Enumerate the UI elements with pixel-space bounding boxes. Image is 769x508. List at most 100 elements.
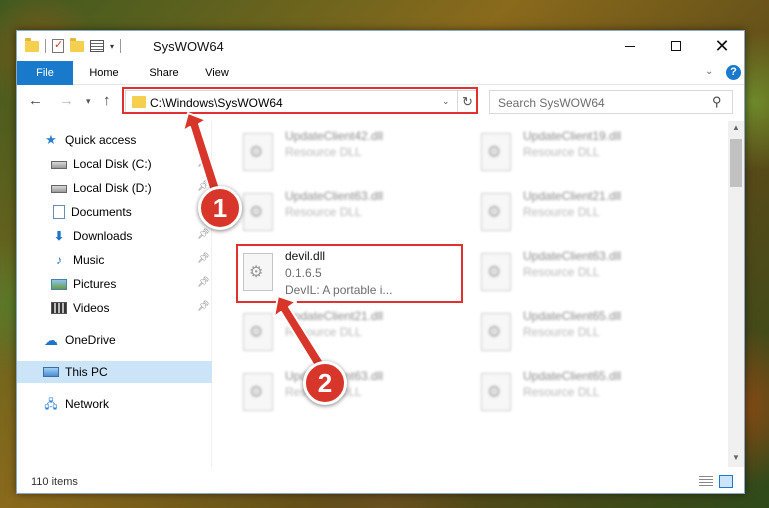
up-button[interactable]: ↑ bbox=[103, 92, 111, 109]
dll-file-icon bbox=[481, 133, 511, 171]
sidebar-item-videos[interactable]: Videos 📌︎ bbox=[17, 297, 212, 319]
file-description: DevIL: A portable i... bbox=[285, 283, 393, 297]
sidebar-item-pictures[interactable]: Pictures 📌︎ bbox=[17, 273, 212, 295]
file-description: Resource DLL bbox=[285, 205, 362, 219]
maximize-icon bbox=[671, 41, 681, 51]
chevron-down-icon[interactable]: ⌄ bbox=[442, 96, 450, 107]
file-description: Resource DLL bbox=[285, 145, 362, 159]
file-name: devil.dll bbox=[285, 249, 326, 263]
file-item[interactable]: UpdateClient21.dll Resource DLL bbox=[237, 305, 447, 357]
recent-locations-button[interactable]: ▾ bbox=[86, 96, 91, 107]
status-bar: 110 items bbox=[17, 471, 744, 493]
file-item[interactable]: UpdateClient65.dll Resource DLL bbox=[475, 305, 685, 357]
music-icon: ♪ bbox=[56, 253, 62, 267]
file-item[interactable]: UpdateClient65.dll Resource DLL bbox=[475, 365, 685, 417]
file-item[interactable]: UpdateClient63.dll Resource DLL bbox=[237, 185, 447, 237]
chevron-down-icon[interactable]: ▾ bbox=[110, 42, 114, 51]
file-name: UpdateClient42.dll bbox=[285, 129, 384, 143]
divider bbox=[120, 39, 122, 53]
ribbon-tabs: File Home Share View ⌄ ? bbox=[17, 61, 744, 85]
drive-icon bbox=[51, 185, 67, 193]
pin-icon[interactable]: 📌︎ bbox=[197, 277, 210, 288]
search-placeholder: Search SysWOW64 bbox=[498, 96, 605, 110]
explorer-window: ▾ SysWOW64 ✕ File Home Share View ⌄ ? ← … bbox=[16, 30, 745, 494]
pin-icon[interactable]: 📌︎ bbox=[197, 301, 210, 312]
properties-icon[interactable] bbox=[52, 38, 64, 53]
minimize-icon bbox=[625, 45, 635, 47]
dll-file-icon bbox=[243, 373, 273, 411]
sidebar-item-documents[interactable]: Documents 📌︎ bbox=[17, 201, 212, 223]
scroll-up-icon[interactable]: ▲ bbox=[732, 123, 740, 132]
minimize-button[interactable] bbox=[607, 31, 653, 61]
search-icon[interactable]: ⚲ bbox=[712, 94, 722, 110]
sidebar-item-downloads[interactable]: ⬇ Downloads 📌︎ bbox=[17, 225, 212, 247]
new-folder-icon[interactable] bbox=[70, 37, 84, 52]
window-title: SysWOW64 bbox=[153, 39, 224, 54]
search-input[interactable]: Search SysWOW64 ⚲ bbox=[489, 90, 733, 114]
sidebar-item-label: Videos bbox=[73, 301, 110, 315]
scroll-down-icon[interactable]: ▼ bbox=[732, 453, 740, 462]
refresh-button[interactable]: ↻ bbox=[457, 91, 477, 113]
vertical-scrollbar[interactable]: ▲ ▼ bbox=[728, 121, 744, 467]
back-button[interactable]: ← bbox=[28, 92, 43, 109]
quick-access-toolbar: ▾ bbox=[25, 37, 122, 55]
sidebar-item-label: Local Disk (D:) bbox=[73, 181, 152, 195]
videos-icon bbox=[51, 302, 67, 314]
sidebar-item-label: Documents bbox=[71, 205, 132, 219]
file-name: UpdateClient63.dll bbox=[523, 249, 622, 263]
file-name: UpdateClient19.dll bbox=[523, 129, 622, 143]
file-name: UpdateClient63.dll bbox=[285, 189, 384, 203]
tab-share[interactable]: Share bbox=[139, 61, 189, 85]
drive-icon bbox=[51, 161, 67, 169]
sidebar-item-label: This PC bbox=[65, 365, 108, 379]
file-name: UpdateClient21.dll bbox=[285, 309, 384, 323]
sidebar-item-quick-access[interactable]: ★ Quick access bbox=[17, 129, 212, 151]
file-item[interactable]: UpdateClient63.dll Resource DLL bbox=[475, 245, 685, 297]
details-view-icon[interactable] bbox=[699, 476, 713, 487]
sidebar-item-label: Quick access bbox=[65, 133, 137, 147]
tiles-view-icon[interactable] bbox=[719, 475, 733, 488]
scroll-thumb[interactable] bbox=[730, 139, 742, 187]
tab-file[interactable]: File bbox=[17, 61, 73, 85]
sidebar-item-label: OneDrive bbox=[65, 333, 116, 347]
computer-icon bbox=[43, 367, 59, 377]
sidebar-item-network[interactable]: 🖧︎ Network bbox=[17, 393, 212, 415]
address-path[interactable]: C:\Windows\SysWOW64 bbox=[150, 96, 283, 110]
sidebar-item-music[interactable]: ♪ Music 📌︎ bbox=[17, 249, 212, 271]
forward-button[interactable]: → bbox=[59, 92, 74, 109]
sidebar-item-this-pc[interactable]: This PC bbox=[17, 361, 212, 383]
view-icon[interactable] bbox=[90, 40, 104, 52]
dll-file-icon bbox=[243, 133, 273, 171]
address-bar[interactable]: C:\Windows\SysWOW64 ⌄ ↻ bbox=[125, 90, 477, 114]
cloud-icon: ☁ bbox=[44, 332, 58, 348]
file-item[interactable]: UpdateClient19.dll Resource DLL bbox=[475, 125, 685, 177]
navigation-bar: ← → ▾ ↑ C:\Windows\SysWOW64 ⌄ ↻ Search S… bbox=[17, 86, 744, 118]
pin-icon[interactable]: 📌︎ bbox=[197, 229, 210, 240]
dll-file-icon bbox=[481, 313, 511, 351]
file-list: UpdateClient42.dll Resource DLL UpdateCl… bbox=[213, 121, 728, 467]
help-icon[interactable]: ? bbox=[726, 65, 741, 80]
dll-file-icon bbox=[481, 253, 511, 291]
sidebar-item-label: Pictures bbox=[73, 277, 117, 291]
file-description: Resource DLL bbox=[523, 325, 600, 339]
dll-file-icon bbox=[243, 253, 273, 291]
sidebar-item-local-disk-d[interactable]: Local Disk (D:) 📌︎ bbox=[17, 177, 212, 199]
file-item[interactable]: UpdateClient42.dll Resource DLL bbox=[237, 125, 447, 177]
sidebar-item-onedrive[interactable]: ☁ OneDrive bbox=[17, 329, 212, 351]
pin-icon[interactable]: 📌︎ bbox=[197, 157, 210, 168]
sidebar-item-label: Network bbox=[65, 397, 110, 411]
network-icon: 🖧︎ bbox=[44, 397, 58, 411]
file-description: Resource DLL bbox=[523, 205, 600, 219]
maximize-button[interactable] bbox=[653, 31, 699, 61]
file-item-devil-dll[interactable]: devil.dll 0.1.6.5 DevIL: A portable i... bbox=[237, 245, 447, 297]
expand-ribbon-icon[interactable]: ⌄ bbox=[705, 66, 713, 77]
close-button[interactable]: ✕ bbox=[699, 31, 745, 61]
file-description: Resource DLL bbox=[523, 385, 600, 399]
title-bar: ▾ SysWOW64 ✕ bbox=[17, 31, 744, 61]
tab-view[interactable]: View bbox=[192, 61, 242, 85]
sidebar-item-local-disk-c[interactable]: Local Disk (C:) 📌︎ bbox=[17, 153, 212, 175]
file-item[interactable]: UpdateClient21.dll Resource DLL bbox=[475, 185, 685, 237]
pin-icon[interactable]: 📌︎ bbox=[197, 253, 210, 264]
tab-home[interactable]: Home bbox=[79, 61, 129, 85]
file-version: 0.1.6.5 bbox=[285, 266, 322, 280]
